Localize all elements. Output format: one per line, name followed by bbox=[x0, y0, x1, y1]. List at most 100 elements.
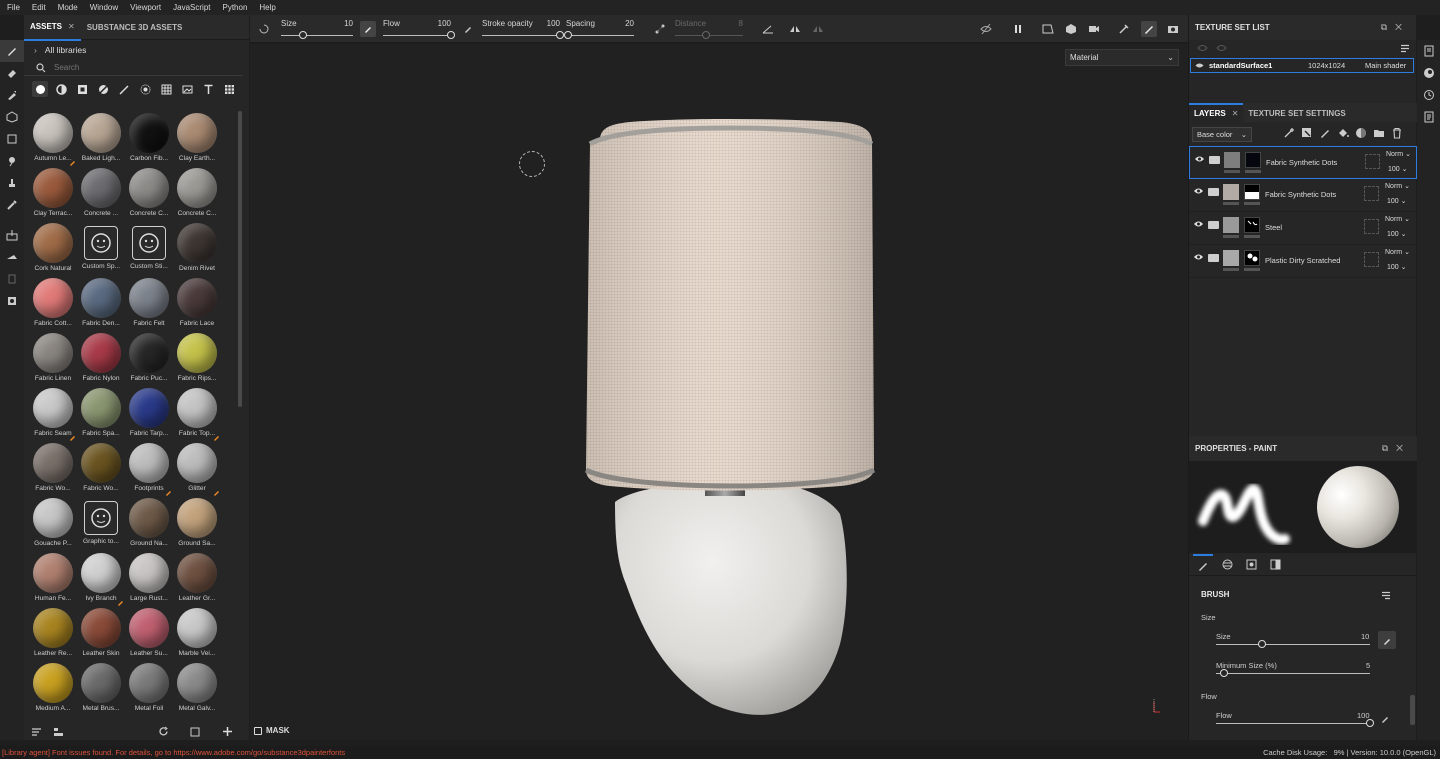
spacing-knob[interactable] bbox=[564, 31, 573, 39]
asset-tile[interactable]: Ground Na... bbox=[125, 496, 173, 551]
asset-tile[interactable]: Fabric Rips... bbox=[173, 331, 221, 386]
filter-textures[interactable] bbox=[179, 81, 195, 97]
add-effect-icon[interactable] bbox=[1283, 127, 1295, 139]
min-size-knob[interactable] bbox=[1219, 669, 1228, 677]
mask-checkbox[interactable] bbox=[254, 726, 262, 735]
asset-tile[interactable]: Concrete C... bbox=[125, 166, 173, 221]
line-angle-icon[interactable] bbox=[760, 21, 776, 37]
layer-blend-mode[interactable]: Norm ⌄ bbox=[1385, 182, 1410, 190]
filter-smart-materials[interactable] bbox=[53, 81, 69, 97]
paint-mode-button[interactable] bbox=[1141, 21, 1157, 37]
bake-tool[interactable] bbox=[0, 224, 24, 246]
asset-tile[interactable]: Baked Ligh... bbox=[77, 111, 125, 166]
menu-javascript[interactable]: JavaScript bbox=[170, 0, 219, 15]
geometry-mask-tool[interactable] bbox=[0, 106, 24, 128]
asset-tile[interactable]: Fabric Den... bbox=[77, 276, 125, 331]
trash-icon[interactable] bbox=[1391, 127, 1403, 139]
layer-blend-mode[interactable]: Norm ⌄ bbox=[1385, 248, 1410, 256]
camera-frame-icon[interactable] bbox=[1040, 21, 1056, 37]
asset-tile[interactable]: Leather Skin bbox=[77, 606, 125, 661]
folder-icon[interactable] bbox=[1373, 127, 1385, 139]
flow-knob[interactable] bbox=[447, 31, 455, 39]
asset-tile[interactable]: Concrete C... bbox=[173, 166, 221, 221]
layer-row[interactable]: Steel Norm ⌄ 100 ⌄ bbox=[1189, 212, 1417, 245]
brush-size-knob[interactable] bbox=[1258, 640, 1267, 648]
stroke-opacity-slider[interactable]: Stroke opacity 100 bbox=[482, 17, 564, 41]
screenshot-icon[interactable] bbox=[1165, 21, 1181, 37]
add-paint-layer-icon[interactable] bbox=[1319, 127, 1331, 139]
3d-viewport[interactable]: Material ⌄ MASK bbox=[250, 44, 1188, 740]
folder-icon[interactable] bbox=[1208, 188, 1219, 196]
tab-material[interactable] bbox=[1265, 554, 1285, 574]
asset-tile[interactable]: Large Rust... bbox=[125, 551, 173, 606]
list-view-icon[interactable] bbox=[52, 726, 64, 738]
asset-tile[interactable]: Metal Galv... bbox=[173, 661, 221, 716]
eraser-tool[interactable] bbox=[0, 62, 24, 84]
pause-icon[interactable] bbox=[1010, 21, 1026, 37]
asset-tile[interactable]: Autumn Le... bbox=[29, 111, 77, 166]
asset-tile[interactable]: Metal Brus... bbox=[77, 661, 125, 716]
tab-layers[interactable]: LAYERS ✕ bbox=[1189, 103, 1244, 122]
asset-tile[interactable]: Medium A... bbox=[29, 661, 77, 716]
asset-tile[interactable]: Clay Terrac... bbox=[29, 166, 77, 221]
properties-dock-button[interactable] bbox=[1417, 106, 1440, 128]
asset-tile[interactable]: Human Fe... bbox=[29, 551, 77, 606]
add-fill-layer-icon[interactable] bbox=[1337, 127, 1349, 139]
layer-opacity[interactable]: 100 ⌄ bbox=[1387, 263, 1407, 271]
panel-controls[interactable]: ⧉✕ bbox=[1381, 15, 1410, 40]
shader-dock-button[interactable] bbox=[1417, 62, 1440, 84]
symmetry-mirror-icon[interactable] bbox=[810, 21, 826, 37]
picker-tool[interactable] bbox=[0, 194, 24, 216]
history-dock-button[interactable] bbox=[1417, 84, 1440, 106]
layer-opacity[interactable]: 100 ⌄ bbox=[1387, 230, 1407, 238]
eye-icon[interactable] bbox=[1193, 253, 1204, 261]
asset-tile[interactable]: Fabric Top... bbox=[173, 386, 221, 441]
layer-blend-mode[interactable]: Norm ⌄ bbox=[1385, 215, 1410, 223]
size-knob[interactable] bbox=[298, 31, 307, 39]
menu-icon[interactable] bbox=[1400, 44, 1410, 53]
shelf-tool[interactable] bbox=[0, 290, 24, 312]
filter-brushes[interactable] bbox=[116, 81, 132, 97]
layers-dock-button[interactable] bbox=[1417, 40, 1440, 62]
filter-icon[interactable] bbox=[30, 726, 42, 738]
distance-slider[interactable]: Distance 8 bbox=[675, 17, 743, 41]
stroke-opacity-knob[interactable] bbox=[556, 31, 564, 39]
brush-flow-track[interactable] bbox=[1216, 723, 1370, 724]
asset-tile[interactable]: Marble Vei... bbox=[173, 606, 221, 661]
tool-settings-icon[interactable] bbox=[256, 21, 272, 37]
menu-window[interactable]: Window bbox=[87, 0, 127, 15]
font-error-message[interactable]: [Library agent] Font issues found. For d… bbox=[2, 746, 345, 759]
asset-tile[interactable]: Fabric Wo... bbox=[29, 441, 77, 496]
asset-tile[interactable]: Gouache P... bbox=[29, 496, 77, 551]
asset-tile[interactable]: Fabric Nylon bbox=[77, 331, 125, 386]
filter-text[interactable] bbox=[200, 81, 216, 97]
asset-tile[interactable]: Ivy Branch bbox=[77, 551, 125, 606]
layer-effect-slot[interactable] bbox=[1365, 154, 1380, 169]
export-tool[interactable] bbox=[0, 268, 24, 290]
symmetry-icon[interactable] bbox=[787, 21, 803, 37]
material-mode-dropdown[interactable]: Material ⌄ bbox=[1065, 49, 1179, 66]
brush-size-track[interactable] bbox=[1216, 644, 1370, 645]
layer-effect-slot[interactable] bbox=[1364, 252, 1379, 267]
menu-viewport[interactable]: Viewport bbox=[127, 0, 170, 15]
brush-flow-knob[interactable] bbox=[1366, 719, 1374, 727]
asset-tile[interactable]: Fabric Spa... bbox=[77, 386, 125, 441]
filter-procedurals[interactable] bbox=[158, 81, 174, 97]
tab-texture-set-settings[interactable]: TEXTURE SET SETTINGS bbox=[1243, 105, 1350, 122]
layer-row[interactable]: Fabric Synthetic Dots Norm ⌄ 100 ⌄ bbox=[1189, 179, 1417, 212]
asset-tile[interactable]: Fabric Tarp... bbox=[125, 386, 173, 441]
spacing-slider[interactable]: Spacing 20 bbox=[564, 17, 634, 41]
refresh-icon[interactable] bbox=[157, 726, 169, 738]
flow-slider[interactable]: Flow 100 bbox=[383, 17, 455, 41]
eye-icon[interactable] bbox=[1216, 44, 1227, 52]
camera-icon[interactable] bbox=[1086, 21, 1102, 37]
assets-scrollbar[interactable] bbox=[238, 111, 242, 407]
asset-tile[interactable]: Leather Re... bbox=[29, 606, 77, 661]
filter-smart-masks[interactable] bbox=[95, 81, 111, 97]
layer-effect-slot[interactable] bbox=[1364, 186, 1379, 201]
filter-alphas[interactable] bbox=[137, 81, 153, 97]
library-selector[interactable]: › All libraries bbox=[24, 40, 249, 60]
close-icon[interactable]: ✕ bbox=[1232, 109, 1239, 118]
eye-icon[interactable] bbox=[1194, 155, 1205, 163]
texture-set-row[interactable]: standardSurface1 1024x1024 Main shader bbox=[1190, 58, 1414, 73]
